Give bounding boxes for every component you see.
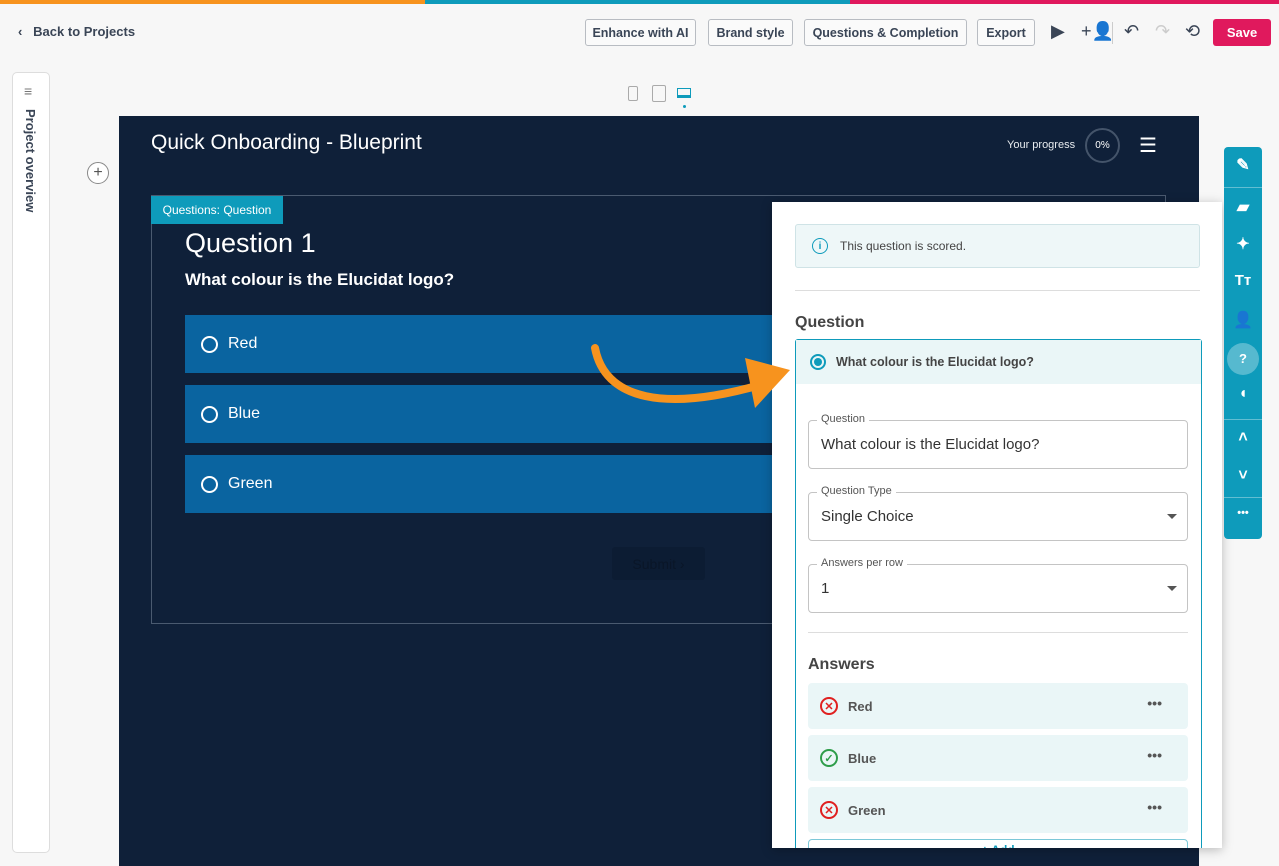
field-label: Question Type	[817, 485, 896, 497]
top-strip-orange	[0, 0, 425, 4]
add-user-icon[interactable]: +👤	[1081, 22, 1114, 40]
active-dot	[683, 105, 686, 108]
question-text: What colour is the Elucidat logo?	[185, 270, 454, 290]
radio-icon	[201, 336, 218, 353]
incorrect-icon: ✕	[820, 801, 838, 819]
answer-option[interactable]: Green	[185, 455, 805, 513]
accordion-title: What colour is the Elucidat logo?	[836, 355, 1034, 369]
cards-icon[interactable]: ▰	[1224, 197, 1262, 217]
redo-icon[interactable]: ↷	[1155, 22, 1170, 40]
submit-label: Submit	[632, 556, 676, 572]
submit-button[interactable]: Submit ›	[612, 547, 705, 580]
divider	[808, 632, 1188, 633]
section-title: Question	[795, 314, 864, 332]
answer-row[interactable]: ✕ Red •••	[808, 683, 1188, 729]
history-icon[interactable]: ⟲	[1185, 22, 1200, 40]
preview-icon[interactable]: ▶︎	[1051, 22, 1065, 40]
question-type-select[interactable]: Question TypeSingle Choice	[808, 492, 1188, 541]
questions-completion-button[interactable]: Questions & Completion	[804, 19, 967, 46]
accordion-header[interactable]: What colour is the Elucidat logo?	[796, 340, 1201, 384]
more-icon[interactable]: •••	[1147, 747, 1162, 763]
chevron-down-icon[interactable]: ˅	[1224, 467, 1262, 485]
divider	[1112, 22, 1113, 44]
answer-label: Green	[228, 475, 272, 493]
add-answer-button[interactable]: + Add	[808, 839, 1188, 848]
correct-icon: ✓	[820, 749, 838, 767]
radio-icon	[201, 476, 218, 493]
radio-selected-icon	[810, 354, 826, 370]
answer-row[interactable]: ✓ Blue •••	[808, 735, 1188, 781]
field-label: Question	[817, 413, 869, 425]
right-toolbar: ✎ ▰ ✦ Tт 👤 ? ◖ ˄ ˅ •••	[1224, 147, 1262, 539]
top-strip-pink	[850, 0, 1279, 4]
back-label: Back to Projects	[33, 24, 135, 39]
answers-title: Answers	[808, 656, 875, 674]
more-icon[interactable]: •••	[1147, 799, 1162, 815]
desktop-view-icon[interactable]	[677, 88, 691, 98]
export-button[interactable]: Export	[977, 19, 1035, 46]
question-title: Question 1	[185, 228, 316, 259]
dropdown-caret-icon	[1167, 586, 1177, 591]
tablet-view-icon[interactable]	[652, 85, 666, 102]
answer-label: Green	[848, 803, 886, 818]
radio-icon	[201, 406, 218, 423]
undo-icon[interactable]: ↶	[1124, 22, 1139, 40]
question-settings-panel: i This question is scored. Question What …	[772, 202, 1222, 848]
answer-label: Blue	[228, 405, 260, 423]
save-button[interactable]: Save	[1213, 19, 1271, 46]
chevron-up-icon[interactable]: ˄	[1224, 429, 1262, 447]
project-overview-label[interactable]: Project overview	[23, 109, 38, 212]
info-box: i This question is scored.	[795, 224, 1200, 268]
field-value: 1	[821, 580, 829, 597]
enhance-ai-button[interactable]: Enhance with AI	[585, 19, 696, 46]
brand-style-button[interactable]: Brand style	[708, 19, 793, 46]
top-strip-teal	[425, 0, 850, 4]
text-size-icon[interactable]: Tт	[1224, 272, 1262, 289]
field-value: What colour is the Elucidat logo?	[821, 436, 1039, 453]
info-icon: i	[812, 238, 828, 254]
course-menu-icon[interactable]: ☰	[1139, 133, 1157, 158]
mouse-icon[interactable]: ◖	[1224, 385, 1262, 403]
more-icon[interactable]: •••	[1147, 695, 1162, 711]
sparkles-icon[interactable]: ✦	[1224, 234, 1262, 254]
menu-icon[interactable]: ≡	[24, 83, 32, 99]
voice-icon[interactable]: 👤	[1224, 310, 1262, 330]
answer-label: Blue	[848, 751, 876, 766]
divider	[795, 290, 1200, 291]
more-icon[interactable]: •••	[1224, 507, 1262, 519]
question-input[interactable]: QuestionWhat colour is the Elucidat logo…	[808, 420, 1188, 469]
field-label: Answers per row	[817, 557, 907, 569]
answer-label: Red	[848, 699, 873, 714]
info-text: This question is scored.	[840, 239, 966, 253]
progress-ring: 0%	[1085, 128, 1120, 163]
answer-row[interactable]: ✕ Green •••	[808, 787, 1188, 833]
eyedropper-icon[interactable]: ✎	[1224, 155, 1262, 175]
course-title: Quick Onboarding - Blueprint	[151, 131, 422, 155]
back-to-projects-link[interactable]: ‹ Back to Projects	[18, 24, 135, 39]
progress-label: Your progress	[1007, 139, 1075, 151]
incorrect-icon: ✕	[820, 697, 838, 715]
block-tag: Questions: Question	[151, 196, 283, 224]
mobile-view-icon[interactable]	[628, 86, 638, 101]
arrow-annotation-icon	[585, 340, 795, 415]
dropdown-caret-icon	[1167, 514, 1177, 519]
add-section-button[interactable]: +	[87, 162, 109, 184]
question-icon[interactable]: ?	[1227, 343, 1259, 375]
answers-per-row-select[interactable]: Answers per row1	[808, 564, 1188, 613]
project-overview-sidebar[interactable]: ≡ Project overview	[12, 72, 50, 853]
answer-label: Red	[228, 335, 257, 353]
chevron-left-icon: ‹	[18, 24, 33, 39]
field-value: Single Choice	[821, 508, 914, 525]
